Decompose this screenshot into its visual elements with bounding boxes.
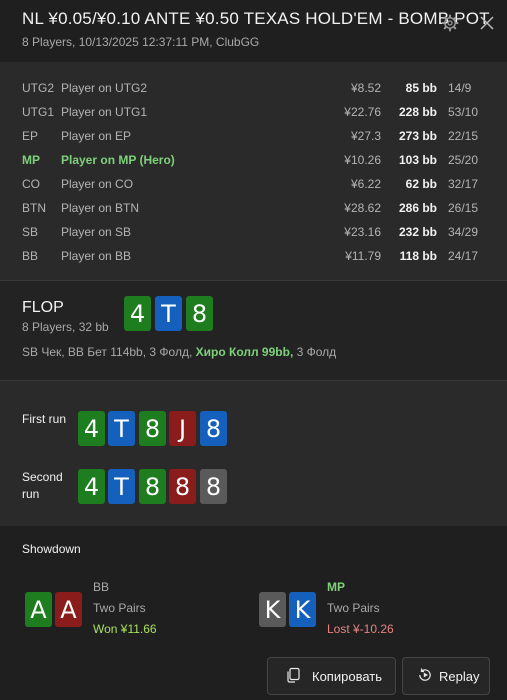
player-stats: 34/29 (448, 225, 479, 239)
board-card: T (155, 296, 182, 331)
replay-button[interactable]: Replay (402, 657, 490, 695)
showdown-result-loss: Lost ¥-10.26 (327, 622, 394, 636)
player-stack: ¥28.62 (344, 201, 381, 215)
player-stats: 32/17 (448, 177, 479, 191)
gear-icon[interactable] (441, 14, 459, 32)
players-table: UTG2 Player on UTG2 ¥8.52 85 bb 14/9 UTG… (0, 62, 507, 281)
player-stack-bb: 232 bb (398, 225, 437, 239)
player-row: BB Player on BB ¥11.79 118 bb 24/17 (0, 244, 507, 268)
player-row: UTG1 Player on UTG1 ¥22.76 228 bb 53/10 (0, 100, 507, 124)
player-stack: ¥6.22 (350, 177, 381, 191)
hand-title: NL ¥0.05/¥0.10 ANTE ¥0.50 TEXAS HOLD'EM … (22, 9, 490, 28)
player-name: Player on UTG1 (61, 105, 148, 119)
player-stack: ¥10.26 (344, 153, 381, 167)
street-title: FLOP (22, 299, 64, 316)
player-stack-bb: 118 bb (399, 249, 437, 263)
board-card: 4 (78, 411, 105, 446)
showdown-hand: Two Pairs (327, 601, 380, 615)
player-name: Player on EP (61, 129, 132, 143)
player-row: EP Player on EP ¥27.3 273 bb 22/15 (0, 124, 507, 148)
showdown-player-hero: MP (327, 580, 345, 594)
player-stack: ¥22.76 (344, 105, 381, 119)
actions-text: SB Чек, BB Бет 114bb, 3 Фолд, (22, 345, 196, 359)
player-stack-bb: 103 bb (398, 153, 437, 167)
player-position: CO (22, 177, 40, 191)
board-card: T (108, 411, 135, 446)
player-name: Player on CO (61, 177, 134, 191)
player-position: MP (22, 153, 40, 167)
player-stats: 25/20 (448, 153, 479, 167)
showdown-section: Showdown A A BB Two Pairs Won ¥11.66 K K… (0, 526, 507, 652)
run-label: Second run (22, 470, 63, 501)
board-card: 8 (200, 469, 227, 504)
board-card: 8 (139, 411, 166, 446)
player-row: BTN Player on BTN ¥28.62 286 bb 26/15 (0, 196, 507, 220)
player-name: Player on MP (Hero) (61, 153, 175, 167)
player-stats: 24/17 (448, 249, 479, 263)
hole-card: K (259, 592, 286, 627)
replay-label: Replay (439, 669, 480, 684)
player-position: BB (22, 249, 39, 263)
player-stack-bb: 228 bb (398, 105, 437, 119)
hole-card: A (55, 592, 82, 627)
player-stack: ¥11.79 (345, 249, 381, 263)
street-subtitle: 8 Players, 32 bb (22, 320, 109, 334)
board-card: 4 (124, 296, 151, 331)
board-card: 4 (78, 469, 105, 504)
player-name: Player on BB (61, 249, 132, 263)
player-position: UTG2 (22, 81, 55, 95)
player-stack: ¥8.52 (350, 81, 381, 95)
player-position: BTN (22, 201, 46, 215)
showdown-player: BB (93, 580, 110, 594)
hand-header: NL ¥0.05/¥0.10 ANTE ¥0.50 TEXAS HOLD'EM … (0, 0, 507, 62)
player-row-hero: MP Player on MP (Hero) ¥10.26 103 bb 25/… (0, 148, 507, 172)
player-stack-bb: 286 bb (398, 201, 437, 215)
player-name: Player on UTG2 (61, 81, 148, 95)
board-card: T (108, 469, 135, 504)
replay-icon (419, 668, 431, 681)
player-stack: ¥23.16 (344, 225, 381, 239)
player-stack: ¥27.3 (350, 129, 381, 143)
close-icon[interactable] (477, 13, 497, 33)
copy-button[interactable]: Копировать (267, 657, 396, 695)
showdown-title: Showdown (22, 542, 81, 556)
board-card: 8 (186, 296, 213, 331)
hole-card: K (289, 592, 316, 627)
street-actions: SB Чек, BB Бет 114bb, 3 Фолд, Хиро Колл … (22, 345, 336, 359)
copy-label: Копировать (312, 669, 382, 684)
showdown-result-win: Won ¥11.66 (93, 622, 157, 636)
board-card: 8 (200, 411, 227, 446)
board-card: 8 (169, 469, 196, 504)
runs-section: First run 4 T 8 J 8 Second run 4 T 8 8 8 (0, 381, 507, 526)
player-stack-bb: 85 bb (405, 81, 437, 95)
player-row: SB Player on SB ¥23.16 232 bb 34/29 (0, 220, 507, 244)
flop-section: FLOP 8 Players, 32 bb 4 T 8 SB Чек, BB Б… (0, 281, 507, 381)
player-position: UTG1 (22, 105, 55, 119)
hole-card: A (25, 592, 52, 627)
player-row: UTG2 Player on UTG2 ¥8.52 85 bb 14/9 (0, 76, 507, 100)
showdown-hand: Two Pairs (93, 601, 146, 615)
player-stack-bb: 273 bb (398, 129, 437, 143)
player-stats: 53/10 (448, 105, 479, 119)
hand-subtitle: 8 Players, 10/13/2025 12:37:11 PM, ClubG… (22, 35, 260, 49)
player-stack-bb: 62 bb (405, 177, 437, 191)
footer-bar: Копировать Replay (0, 652, 507, 700)
player-position: SB (22, 225, 39, 239)
run-label: First run (22, 412, 67, 426)
board-card: 8 (139, 469, 166, 504)
player-stats: 14/9 (448, 81, 472, 95)
player-name: Player on BTN (61, 201, 140, 215)
copy-icon (287, 667, 300, 683)
board-card: J (169, 411, 196, 446)
player-name: Player on SB (61, 225, 132, 239)
hero-action: Хиро Колл 99bb, (195, 345, 294, 359)
player-row: CO Player on CO ¥6.22 62 bb 32/17 (0, 172, 507, 196)
player-stats: 26/15 (448, 201, 479, 215)
player-stats: 22/15 (448, 129, 479, 143)
actions-text: 3 Фолд (293, 345, 337, 359)
player-position: EP (22, 129, 39, 143)
